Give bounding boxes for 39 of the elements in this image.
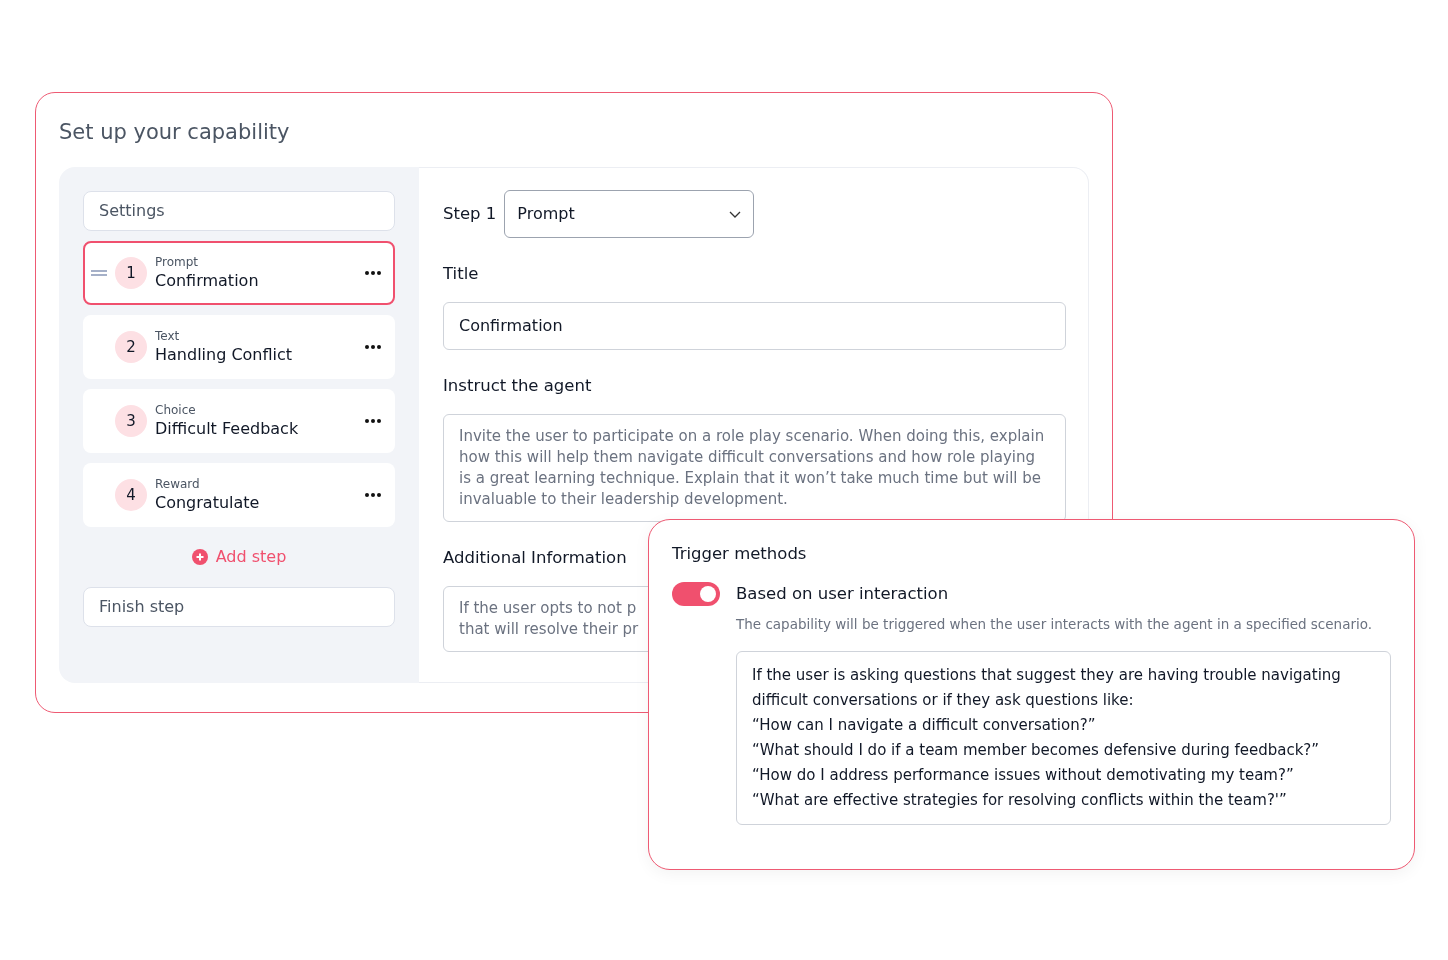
chevron-down-icon: [729, 210, 742, 218]
settings-button[interactable]: Settings: [83, 191, 395, 231]
step-type: Prompt: [155, 254, 200, 270]
step-type: Reward: [155, 476, 201, 492]
step-number: 4: [115, 479, 147, 511]
step-title: Congratulate: [155, 492, 261, 514]
field-label: Additional Information: [443, 547, 627, 569]
text-line: that will resolve their pr: [459, 619, 639, 640]
step-item[interactable]: 4 Reward Congratulate: [83, 463, 395, 527]
more-icon[interactable]: [365, 271, 381, 275]
field-label: Title: [443, 263, 479, 285]
plus-icon: [191, 549, 208, 565]
step-type: Text: [155, 328, 181, 344]
more-icon[interactable]: [365, 419, 381, 423]
finish-step-button[interactable]: Finish step: [83, 587, 395, 627]
page-title: Set up your capability: [59, 119, 291, 146]
field-label: Instruct the agent: [443, 375, 592, 397]
step-title: Handling Conflict: [155, 344, 294, 366]
more-icon[interactable]: [365, 345, 381, 349]
toggle-switch[interactable]: [672, 582, 720, 606]
toggle-description: The capability will be triggered when the user interacts with the agent in a specified scenario.: [736, 615, 1374, 634]
title-input-field[interactable]: Confirmation: [443, 302, 1066, 350]
step-type-dropdown[interactable]: Prompt: [504, 190, 755, 238]
drag-handle-icon[interactable]: [91, 270, 107, 276]
toggle-label: Based on user interaction: [736, 583, 949, 605]
step-title: Difficult Feedback: [155, 418, 300, 440]
step-number: 1: [115, 257, 147, 289]
step-title: Confirmation: [155, 270, 260, 292]
step-number: 3: [115, 405, 147, 437]
trigger-title: Trigger methods: [672, 543, 807, 565]
text-line: If the user opts to not p: [459, 598, 637, 619]
step-item[interactable]: 3 Choice Difficult Feedback: [83, 389, 395, 453]
more-icon[interactable]: [365, 493, 381, 497]
step-item[interactable]: 2 Text Handling Conflict: [83, 315, 395, 379]
step-label: Step 1: [443, 203, 497, 225]
step-type: Choice: [155, 402, 197, 418]
step-item[interactable]: 1 Prompt Confirmation: [83, 241, 395, 305]
step-number: 2: [115, 331, 147, 363]
scenario-text-area[interactable]: If the user is asking questions that suggest they are having trouble navigating difficult conversations or if they ask questions like: “How can I navigate a difficult conversation?” “What should I do if a team member becomes defensive during feedback?” “How do I address performance issues without demotivating my team?” “What are effective strategies for resolving conflicts within the team?'”: [736, 651, 1391, 825]
